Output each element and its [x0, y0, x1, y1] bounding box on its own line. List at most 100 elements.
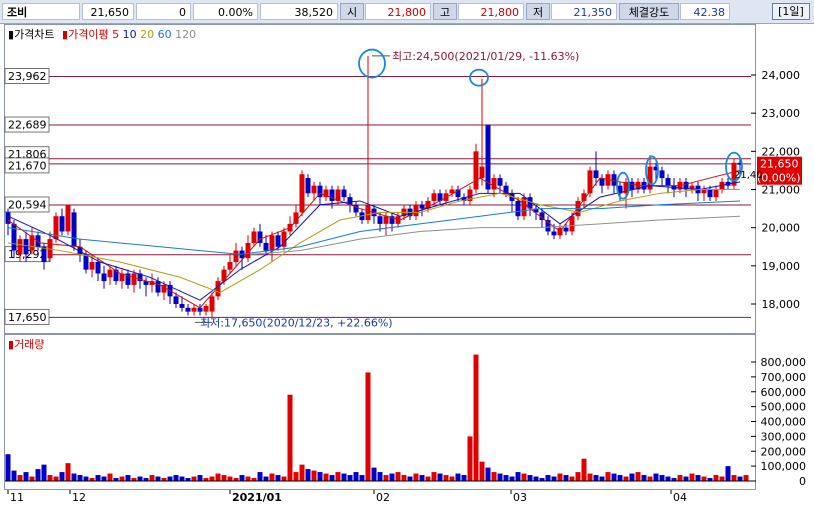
- ma-line-120: [249, 215, 741, 255]
- candle-body: [89, 262, 95, 270]
- candle-body: [83, 254, 89, 270]
- candle-body: [107, 269, 113, 278]
- volume-bar: [221, 475, 227, 481]
- candle-body: [491, 178, 497, 190]
- current-pct-tag-label: (0.00%): [757, 172, 801, 185]
- volume-bar: [419, 475, 425, 481]
- volume-bar: [41, 464, 47, 481]
- volume-bar: [545, 475, 551, 481]
- candle-body: [221, 269, 227, 282]
- volume-bar: [209, 476, 215, 481]
- volume-axis-tick-label: 600,000: [761, 386, 807, 399]
- x-axis-label: 04: [673, 491, 687, 504]
- volume-bar: [659, 475, 665, 481]
- volume-bar: [731, 475, 737, 481]
- candle-body: [209, 296, 215, 312]
- volume-bar: [413, 473, 419, 481]
- candle-body: [179, 304, 185, 308]
- volume-bar: [329, 475, 335, 481]
- open-label: 시: [340, 3, 364, 20]
- current-extra-tag-label: 21,40: [734, 170, 763, 181]
- volume-bar: [311, 470, 317, 481]
- volume-axis-tick-label: 400,000: [761, 416, 807, 429]
- volume-bar: [455, 473, 461, 481]
- price-chart-canvas: 23,96222,68921,80621,67020,59419,29217,6…: [4, 48, 802, 329]
- candle-body: [629, 181, 635, 190]
- volume-bar: [737, 476, 743, 481]
- candle-body: [329, 189, 335, 201]
- volume-bar: [689, 473, 695, 481]
- volume-bar: [35, 469, 41, 481]
- volume-bar: [365, 372, 371, 481]
- volume-bar: [473, 354, 479, 481]
- volume-bar: [389, 473, 395, 481]
- candle-body: [419, 204, 425, 209]
- volume-bar: [599, 476, 605, 481]
- volume-bar: [5, 454, 11, 481]
- volume-bar: [653, 473, 659, 481]
- volume-bar: [305, 469, 311, 481]
- level-price-label: 22,689: [8, 119, 47, 132]
- high-label: 고: [433, 3, 457, 20]
- volume-bar: [353, 472, 359, 481]
- candle-body: [413, 204, 419, 217]
- candle-body: [497, 178, 503, 186]
- volume-bar: [467, 436, 473, 481]
- high-price: 21,800: [458, 3, 524, 20]
- ma-line-5: [7, 169, 741, 309]
- volume-bar: [371, 467, 377, 481]
- volume-bar: [347, 475, 353, 481]
- volume-bar: [743, 475, 749, 481]
- y-axis-tick-label: 19,000: [762, 260, 801, 273]
- volume-bar: [503, 475, 509, 481]
- volume-bar: [449, 476, 455, 481]
- volume-bar: [701, 476, 707, 481]
- volume-bar: [119, 476, 125, 481]
- candle-body: [479, 166, 485, 179]
- trade-volume: 38,520: [260, 3, 338, 20]
- candle-body: [299, 174, 305, 213]
- strength-label: 체결강도: [619, 3, 679, 20]
- volume-bar: [515, 472, 521, 481]
- volume-bar: [527, 475, 533, 481]
- volume-bar: [77, 475, 83, 481]
- volume-bar: [491, 472, 497, 481]
- volume-bar: [287, 394, 293, 481]
- candle-body: [59, 216, 65, 232]
- x-axis-label: 11: [10, 491, 24, 504]
- volume-bar: [551, 476, 557, 481]
- period-select-button[interactable]: [1일]: [772, 3, 810, 20]
- volume-bar: [719, 476, 725, 481]
- current-price-tag-label: 21,650: [760, 158, 799, 171]
- volume-bar: [257, 472, 263, 481]
- volume-bar: [605, 472, 611, 481]
- candle-body: [155, 281, 161, 293]
- volume-bar: [299, 464, 305, 481]
- volume-bar: [437, 473, 443, 481]
- price-change: 0: [136, 3, 191, 20]
- volume-bar: [23, 472, 29, 481]
- candle-body: [191, 307, 197, 312]
- highlight-circle: [469, 68, 489, 87]
- highlight-circle: [358, 48, 386, 79]
- candle-body: [185, 307, 191, 312]
- volume-bar: [227, 476, 233, 481]
- volume-bar: [623, 476, 629, 481]
- candle-body: [701, 189, 707, 194]
- volume-bar: [683, 476, 689, 481]
- volume-bar: [533, 476, 539, 481]
- volume-bar: [563, 475, 569, 481]
- price-change-pct: 0.00%: [193, 3, 258, 20]
- candle-body: [365, 204, 371, 221]
- low-annotation-label: 최저:17,650(2020/12/23, +22.66%): [200, 316, 393, 329]
- stock-name-field[interactable]: 조비: [2, 3, 80, 20]
- volume-bar: [269, 473, 275, 481]
- candle-body: [311, 185, 317, 194]
- candle-body: [71, 212, 77, 247]
- volume-chart-canvas: 800,000 700,000 600,000 500,000 400,000300,0…: [5, 354, 807, 504]
- y-axis-tick-label: 24,000: [762, 69, 801, 82]
- open-price: 21,800: [365, 3, 431, 20]
- volume-bar: [95, 475, 101, 481]
- volume-bar: [173, 475, 179, 481]
- candle-body: [233, 250, 239, 263]
